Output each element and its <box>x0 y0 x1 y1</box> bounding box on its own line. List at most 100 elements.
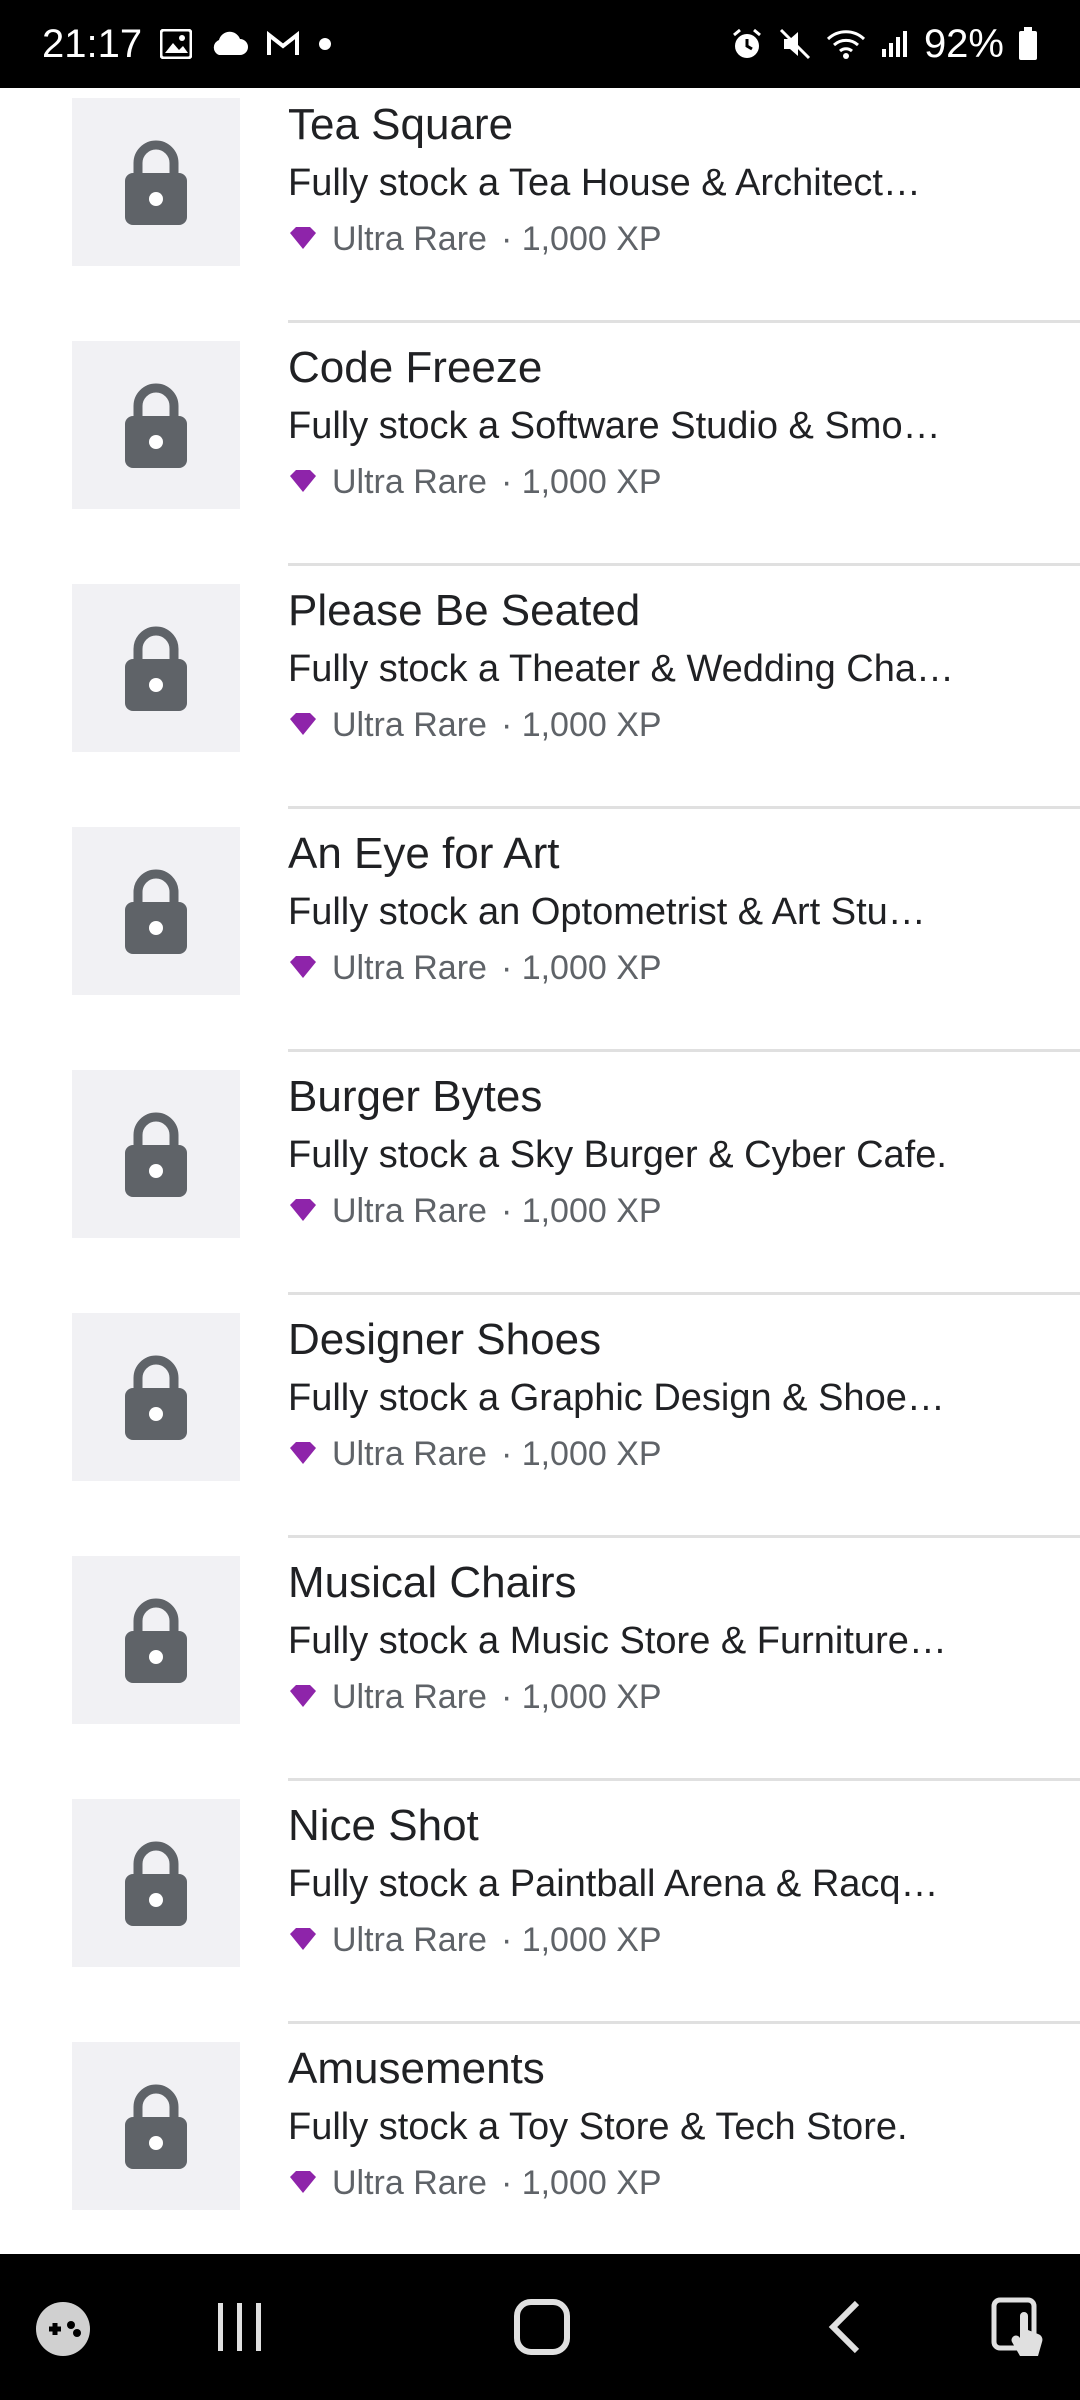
xp-label: · 1,000 XP <box>500 463 662 501</box>
gem-icon <box>288 2164 318 2203</box>
clock: 21:17 <box>42 21 143 66</box>
achievement-title: An Eye for Art <box>288 829 560 878</box>
xp-label: · 1,000 XP <box>500 2164 662 2202</box>
rarity-label: Ultra Rare <box>332 463 487 501</box>
gem-icon <box>288 1435 318 1474</box>
xp-label: · 1,000 XP <box>500 1192 662 1230</box>
achievement-thumbnail <box>72 1313 240 1481</box>
achievement-row[interactable]: An Eye for Art Fully stock an Optometrist… <box>0 809 1080 1052</box>
achievement-title: Code Freeze <box>288 343 543 392</box>
achievement-title: Please Be Seated <box>288 586 641 635</box>
status-left: 21:17 <box>42 22 332 67</box>
achievement-meta: Ultra Rare · 1,000 XP <box>288 463 662 502</box>
achievement-row[interactable]: Code Freeze Fully stock a Software Studio… <box>0 323 1080 566</box>
dot-icon <box>318 37 332 51</box>
achievement-thumbnail <box>72 584 240 752</box>
achievement-title: Nice Shot <box>288 1801 479 1850</box>
status-bar: 21:17 92% <box>0 0 1080 88</box>
achievement-description: Fully stock a Music Store & Furniture… <box>288 1620 947 1662</box>
achievement-row[interactable]: Nice Shot Fully stock a Paintball Arena &… <box>0 1781 1080 2024</box>
rarity-label: Ultra Rare <box>332 1192 487 1230</box>
xp-label: · 1,000 XP <box>500 1678 662 1716</box>
image-icon <box>160 29 193 59</box>
achievement-thumbnail <box>72 827 240 995</box>
achievement-meta: Ultra Rare · 1,000 XP <box>288 2164 662 2203</box>
achievement-thumbnail <box>72 1070 240 1238</box>
rarity-label: Ultra Rare <box>332 2164 487 2202</box>
xp-label: · 1,000 XP <box>500 1435 662 1473</box>
gem-icon <box>288 463 318 502</box>
achievement-description: Fully stock a Graphic Design & Shoe… <box>288 1377 945 1419</box>
game-launcher-icon[interactable] <box>28 2294 98 2364</box>
achievement-meta: Ultra Rare · 1,000 XP <box>288 706 662 745</box>
achievement-row[interactable]: Burger Bytes Fully stock a Sky Burger & C… <box>0 1052 1080 1295</box>
achievement-title: Tea Square <box>288 100 514 149</box>
recent-apps-icon[interactable] <box>200 2292 280 2362</box>
achievement-thumbnail <box>72 341 240 509</box>
gem-icon <box>288 1192 318 1231</box>
achievement-meta: Ultra Rare · 1,000 XP <box>288 949 662 988</box>
lock-icon <box>121 1595 191 1685</box>
rarity-label: Ultra Rare <box>332 949 487 987</box>
achievement-row[interactable]: Please Be Seated Fully stock a Theater & … <box>0 566 1080 809</box>
achievements-list[interactable]: Tea Square Fully stock a Tea House & Arch… <box>0 88 1080 2254</box>
achievement-row[interactable]: Designer Shoes Fully stock a Graphic Desi… <box>0 1295 1080 1538</box>
screen-touch-icon[interactable] <box>980 2290 1060 2366</box>
achievement-title: Musical Chairs <box>288 1558 577 1607</box>
achievement-thumbnail <box>72 2042 240 2210</box>
lock-icon <box>121 1352 191 1442</box>
lock-icon <box>121 623 191 713</box>
back-icon[interactable] <box>810 2292 880 2362</box>
lock-icon <box>121 866 191 956</box>
rarity-label: Ultra Rare <box>332 1678 487 1716</box>
achievement-meta: Ultra Rare · 1,000 XP <box>288 1435 662 1474</box>
gem-icon <box>288 220 318 259</box>
wifi-icon <box>826 28 866 60</box>
achievement-description: Fully stock a Tea House & Architect… <box>288 162 921 204</box>
xp-label: · 1,000 XP <box>500 220 662 258</box>
cloud-icon <box>210 31 249 57</box>
lock-icon <box>121 137 191 227</box>
achievement-description: Fully stock a Sky Burger & Cyber Cafe. <box>288 1134 947 1176</box>
gem-icon <box>288 1678 318 1717</box>
achievement-meta: Ultra Rare · 1,000 XP <box>288 1192 662 1231</box>
rarity-label: Ultra Rare <box>332 706 487 744</box>
gmail-icon <box>266 31 300 57</box>
achievement-title: Amusements <box>288 2044 545 2093</box>
achievement-description: Fully stock a Software Studio & Smo… <box>288 405 941 447</box>
navigation-bar <box>0 2254 1080 2400</box>
achievement-title: Designer Shoes <box>288 1315 602 1364</box>
achievement-thumbnail <box>72 1556 240 1724</box>
signal-icon <box>880 29 910 59</box>
achievement-thumbnail <box>72 98 240 266</box>
gem-icon <box>288 706 318 745</box>
battery-icon <box>1018 27 1038 61</box>
xp-label: · 1,000 XP <box>500 949 662 987</box>
lock-icon <box>121 1109 191 1199</box>
gem-icon <box>288 949 318 988</box>
lock-icon <box>121 2081 191 2171</box>
rarity-label: Ultra Rare <box>332 220 487 258</box>
achievement-row[interactable]: Musical Chairs Fully stock a Music Store … <box>0 1538 1080 1781</box>
achievement-description: Fully stock a Theater & Wedding Cha… <box>288 648 955 690</box>
rarity-label: Ultra Rare <box>332 1435 487 1473</box>
alarm-icon <box>730 27 764 61</box>
achievement-meta: Ultra Rare · 1,000 XP <box>288 1921 662 1960</box>
xp-label: · 1,000 XP <box>500 1921 662 1959</box>
achievement-description: Fully stock an Optometrist & Art Stu… <box>288 891 926 933</box>
achievement-description: Fully stock a Toy Store & Tech Store. <box>288 2106 908 2148</box>
status-right: 92% <box>730 22 1038 67</box>
achievement-meta: Ultra Rare · 1,000 XP <box>288 1678 662 1717</box>
battery-percent: 92% <box>923 21 1004 66</box>
achievement-row[interactable]: Tea Square Fully stock a Tea House & Arch… <box>0 88 1080 323</box>
achievement-title: Burger Bytes <box>288 1072 543 1121</box>
achievement-thumbnail <box>72 1799 240 1967</box>
home-icon[interactable] <box>500 2292 584 2362</box>
rarity-label: Ultra Rare <box>332 1921 487 1959</box>
achievement-description: Fully stock a Paintball Arena & Racq… <box>288 1863 939 1905</box>
achievement-meta: Ultra Rare · 1,000 XP <box>288 220 662 259</box>
lock-icon <box>121 1838 191 1928</box>
achievement-row[interactable]: Amusements Fully stock a Toy Store & Tech… <box>0 2024 1080 2254</box>
gem-icon <box>288 1921 318 1960</box>
mute-icon <box>778 27 812 61</box>
